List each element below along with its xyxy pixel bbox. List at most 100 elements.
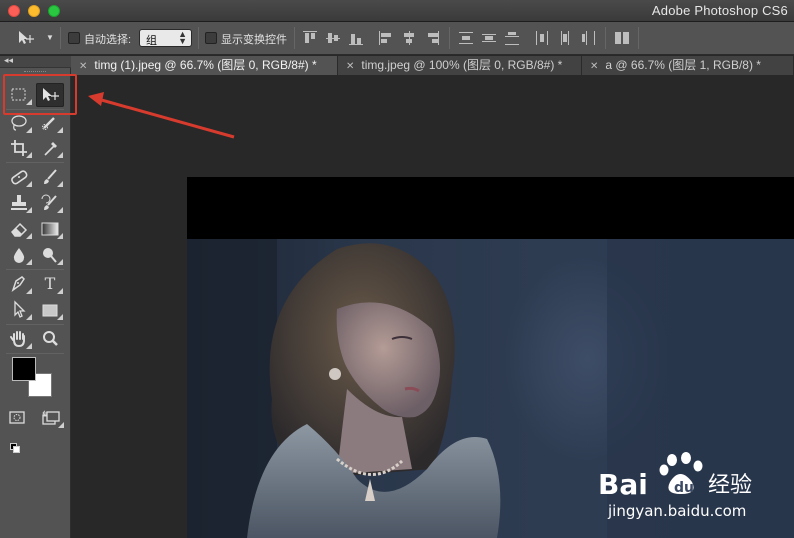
- panel-grip[interactable]: [24, 71, 46, 73]
- tools-panel: ◂◂ T: [0, 55, 71, 538]
- more-tools-indicator: [57, 152, 63, 158]
- tab-label: a @ 66.7% (图层 1, RGB/8) *: [605, 58, 761, 72]
- quick-mask-button[interactable]: [3, 406, 31, 430]
- pen-tool[interactable]: [5, 272, 33, 296]
- distribute-vcenter-icon[interactable]: [481, 30, 497, 46]
- auto-select-checkbox[interactable]: [68, 32, 80, 44]
- tab-document-3[interactable]: ✕ a @ 66.7% (图层 1, RGB/8) *: [582, 56, 794, 75]
- quick-mask-icon: [9, 411, 25, 424]
- align-left-icon[interactable]: [378, 30, 394, 46]
- magnifier-icon: [43, 331, 58, 346]
- clone-stamp-tool[interactable]: [5, 191, 33, 215]
- type-icon: T: [44, 274, 56, 293]
- more-tools-indicator: [26, 314, 32, 320]
- crop-tool[interactable]: [5, 136, 33, 160]
- zoom-tool[interactable]: [36, 327, 64, 351]
- select-arrows-icon: ▲ ▼: [178, 29, 187, 46]
- watermark-url: jingyan.baidu.com: [607, 502, 746, 520]
- distribute-hcenter-icon[interactable]: [557, 30, 573, 46]
- align-vcenter-icon[interactable]: [325, 30, 341, 46]
- gradient-tool[interactable]: [36, 217, 64, 241]
- auto-select-label: 自动选择:: [84, 34, 132, 46]
- tool-divider: [6, 353, 64, 354]
- default-colors-icon[interactable]: [10, 443, 20, 453]
- history-brush-tool[interactable]: [36, 191, 64, 215]
- eraser-tool[interactable]: [5, 217, 33, 241]
- document-tabs: ✕ timg (1).jpeg @ 66.7% (图层 0, RGB/8#) * …: [71, 56, 794, 75]
- align-right-icon[interactable]: [424, 30, 440, 46]
- auto-select-value: 组: [146, 35, 157, 47]
- eyedropper-tool[interactable]: [36, 136, 64, 160]
- photoshop-window: Adobe Photoshop CS6 ▼ 自动选择: 组 ▲▼ 显示变换控件: [0, 0, 794, 538]
- more-tools-indicator: [57, 288, 63, 294]
- divider: [605, 27, 606, 49]
- screen-mode-button[interactable]: [37, 406, 65, 430]
- more-tools-indicator: [57, 127, 63, 133]
- tool-divider: [6, 269, 64, 270]
- collapse-panel-icon[interactable]: ◂◂: [4, 55, 13, 66]
- tools-panel-header[interactable]: ◂◂: [0, 55, 71, 68]
- tab-document-1[interactable]: ✕ timg (1).jpeg @ 66.7% (图层 0, RGB/8#) *: [71, 56, 338, 75]
- tool-preset-picker[interactable]: ▼: [6, 27, 56, 49]
- watermark-bai: Bai: [598, 468, 648, 501]
- align-hcenter-icon[interactable]: [401, 30, 417, 46]
- close-tab-icon[interactable]: ✕: [79, 58, 87, 76]
- distribute-bottom-icon[interactable]: [504, 30, 520, 46]
- more-tools-indicator: [26, 288, 32, 294]
- tool-divider: [6, 162, 64, 163]
- divider: [60, 27, 61, 49]
- more-tools-indicator: [57, 207, 63, 213]
- watermark-jingyan: 经验: [708, 473, 752, 498]
- chevron-down-icon: ▼: [46, 33, 54, 42]
- spot-healing-brush-tool[interactable]: [5, 165, 33, 189]
- show-transform-checkbox[interactable]: [205, 32, 217, 44]
- auto-align-layers-icon[interactable]: [614, 30, 630, 46]
- baidu-watermark: Bai du 经验 jingyan.baidu.com: [598, 452, 752, 520]
- rectangle-tool[interactable]: [36, 298, 64, 322]
- blur-tool[interactable]: [5, 243, 33, 267]
- tab-document-2[interactable]: ✕ timg.jpeg @ 100% (图层 0, RGB/8#) *: [338, 56, 582, 75]
- more-tools-indicator: [26, 181, 32, 187]
- show-transform-label: 显示变换控件: [221, 34, 287, 46]
- tool-divider: [6, 324, 64, 325]
- close-tab-icon[interactable]: ✕: [590, 58, 598, 76]
- type-tool[interactable]: T: [36, 272, 64, 296]
- close-window-button[interactable]: [8, 5, 20, 17]
- divider: [638, 27, 639, 49]
- path-selection-tool[interactable]: [5, 298, 33, 322]
- black-band: [187, 177, 794, 239]
- more-tools-indicator: [26, 233, 32, 239]
- more-tools-indicator: [57, 314, 63, 320]
- align-bottom-icon[interactable]: [348, 30, 364, 46]
- more-tools-indicator: [57, 181, 63, 187]
- hand-tool[interactable]: [5, 327, 33, 351]
- more-tools-indicator: [57, 259, 63, 265]
- distribute-right-icon[interactable]: [580, 30, 596, 46]
- divider: [449, 27, 450, 49]
- more-tools-indicator: [26, 259, 32, 265]
- more-tools-indicator: [26, 343, 32, 349]
- move-tool-icon: [19, 31, 34, 44]
- brush-tool[interactable]: [36, 165, 64, 189]
- distribute-left-icon[interactable]: [534, 30, 550, 46]
- auto-select-dropdown[interactable]: 组 ▲ ▼: [139, 29, 192, 47]
- tab-label: timg.jpeg @ 100% (图层 0, RGB/8#) *: [361, 58, 563, 72]
- more-tools-indicator: [26, 152, 32, 158]
- app-title: Adobe Photoshop CS6: [651, 3, 788, 18]
- align-top-icon[interactable]: [302, 30, 318, 46]
- more-tools-indicator: [58, 422, 64, 428]
- annotation-highlight: [3, 74, 77, 115]
- more-tools-indicator: [57, 233, 63, 239]
- maximize-window-button[interactable]: [48, 5, 60, 17]
- more-tools-indicator: [26, 127, 32, 133]
- close-tab-icon[interactable]: ✕: [346, 58, 354, 76]
- divider: [198, 27, 199, 49]
- title-bar: Adobe Photoshop CS6: [0, 0, 794, 22]
- dodge-tool[interactable]: [36, 243, 64, 267]
- divider: [294, 27, 295, 49]
- watermark-du: du: [674, 480, 694, 496]
- minimize-window-button[interactable]: [28, 5, 40, 17]
- tab-label: timg (1).jpeg @ 66.7% (图层 0, RGB/8#) *: [94, 58, 317, 72]
- distribute-top-icon[interactable]: [458, 30, 474, 46]
- foreground-color-swatch[interactable]: [12, 357, 36, 381]
